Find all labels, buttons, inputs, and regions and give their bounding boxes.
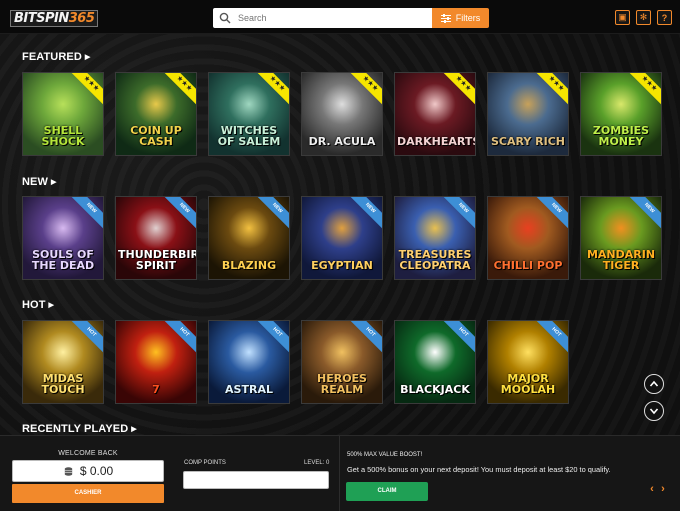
level-label: LEVEL: 0 [304,460,330,466]
cashier-button[interactable]: CASHIER [12,484,164,503]
game-tile[interactable]: MAJOR MOOLAH HOT [487,320,569,404]
game-tile[interactable]: DR. ACULA ★★★ [301,72,383,156]
scroll-up-button[interactable] [644,374,664,394]
game-title: MIDAS TOUCH [41,372,85,396]
promo-prev-button[interactable]: ‹ [647,483,657,495]
gift-icon: ▣ [618,12,627,22]
game-tile[interactable]: DARKHEARTS ★★★ [394,72,476,156]
chevron-up-icon [649,380,659,387]
gear-icon: ✻ [639,12,648,22]
recently-played-label: RECENTLY PLAYED [22,423,129,435]
game-tile[interactable]: WITCHES OF SALEM ★★★ [208,72,290,156]
brand-logo[interactable]: BITSPIN365 [10,9,99,27]
account-panel: WELCOME BACK $ 0.00 CASHIER COMP POINTS … [0,435,680,511]
comp-points-bar [183,471,329,489]
balance-display: $ 0.00 [12,460,164,482]
game-title: BLACKJACK [400,383,470,396]
game-title: CHILLI POP [493,259,563,272]
caret-right-icon: ▶ [50,179,57,186]
game-title: SHELL SHOCK [41,124,85,148]
top-bar: BITSPIN365 Filters ▣ ✻ ? [0,0,680,34]
game-title: 7 [152,383,160,396]
balance-value: $ 0.00 [79,464,114,478]
panel-divider [339,436,340,511]
sliders-icon [440,13,451,23]
scroll-down-button[interactable] [644,401,664,421]
game-tile[interactable]: THUNDERBIRD SPIRITNEW [115,196,197,280]
section-title-featured[interactable]: FEATURED ▶ [22,51,90,63]
gift-button[interactable]: ▣ [615,10,630,25]
game-tile[interactable]: SCARY RICH ★★★ [487,72,569,156]
game-tile[interactable]: BLACKJACK HOT [394,320,476,404]
promo-next-button[interactable]: › [658,483,668,495]
game-tile[interactable]: SHELL SHOCK ★★★ [22,72,104,156]
game-title: MAJOR MOOLAH [500,372,556,396]
settings-button[interactable]: ✻ [636,10,651,25]
comp-points-label: COMP POINTS [184,460,226,466]
game-title: THUNDERBIRD SPIRIT [118,248,196,272]
game-tile[interactable]: SOULS OF THE DEAD NEW [22,196,104,280]
caret-right-icon: ▶ [131,426,137,433]
featured-row: SHELL SHOCK ★★★ COIN UP CASH ★★★ WITCHES OF … [22,72,662,156]
filters-label: Filters [455,13,481,23]
welcome-label: WELCOME BACK [58,450,118,457]
help-button[interactable]: ? [657,10,672,25]
help-icon: ? [661,12,668,23]
caret-right-icon: ▶ [48,302,55,309]
hot-label: HOT [22,299,46,311]
hot-row: MIDAS TOUCH HOT 7 HOT ASTRAL HOT HEROES REALM H… [22,320,569,404]
new-row: SOULS OF THE DEADNEWTHUNDERBIRD SPIRITNE… [22,196,662,280]
game-title: WITCHES OF SALEM [217,124,281,148]
section-title-new[interactable]: NEW ▶ [22,176,56,188]
filters-button[interactable]: Filters [432,8,489,28]
caret-right-icon: ▶ [84,54,91,61]
game-title: ASTRAL [225,383,273,396]
game-title: ZOMBIES MONEY [592,124,650,148]
search-icon [219,12,231,24]
logo-text-b: 365 [68,10,95,26]
game-title: SCARY RICH [490,135,565,148]
chevron-right-icon: › [661,483,665,495]
game-tile[interactable]: ZOMBIES MONEY ★★★ [580,72,662,156]
new-label: NEW [22,176,48,188]
game-tile[interactable]: COIN UP CASH ★★★ [115,72,197,156]
game-tile[interactable]: CHILLI POP NEW [487,196,569,280]
game-title: BLAZING [221,259,277,272]
section-title-recently-played[interactable]: RECENTLY PLAYED ▶ [22,423,137,435]
game-title: HEROES REALM [317,372,367,396]
game-title: EGYPTIAN [311,259,373,272]
game-tile[interactable]: BLAZING NEW [208,196,290,280]
featured-label: FEATURED [22,51,82,63]
game-tile[interactable]: EGYPTIAN NEW [301,196,383,280]
promo-text: Get a 500% bonus on your next deposit! Y… [347,465,611,474]
game-title: DARKHEARTS [397,135,476,148]
search-input[interactable] [238,13,418,23]
claim-button[interactable]: CLAIM [346,482,428,501]
game-tile[interactable]: MIDAS TOUCH HOT [22,320,104,404]
logo-wordmark: BITSPIN365 [10,9,99,27]
game-tile[interactable]: MANDARIN TIGER NEW [580,196,662,280]
game-title: TREASURES CLEOPATRA [398,248,472,272]
game-title: COIN UP CASH [130,124,182,148]
game-tile[interactable]: TREASURES CLEOPATRA NEW [394,196,476,280]
coins-icon [64,466,72,476]
chevron-down-icon [649,408,659,415]
logo-text-a: BITSPIN [14,10,69,26]
section-title-hot[interactable]: HOT ▶ [22,299,54,311]
game-tile[interactable]: HEROES REALM HOT [301,320,383,404]
promo-title: 500% MAX VALUE BOOST! [347,452,423,458]
search-box[interactable] [213,8,432,28]
game-title: MANDARIN TIGER [586,248,656,272]
game-tile[interactable]: ASTRAL HOT [208,320,290,404]
chevron-left-icon: ‹ [650,483,654,495]
game-title: SOULS OF THE DEAD [31,248,95,272]
game-tile[interactable]: 7 HOT [115,320,197,404]
game-title: DR. ACULA [308,135,376,148]
